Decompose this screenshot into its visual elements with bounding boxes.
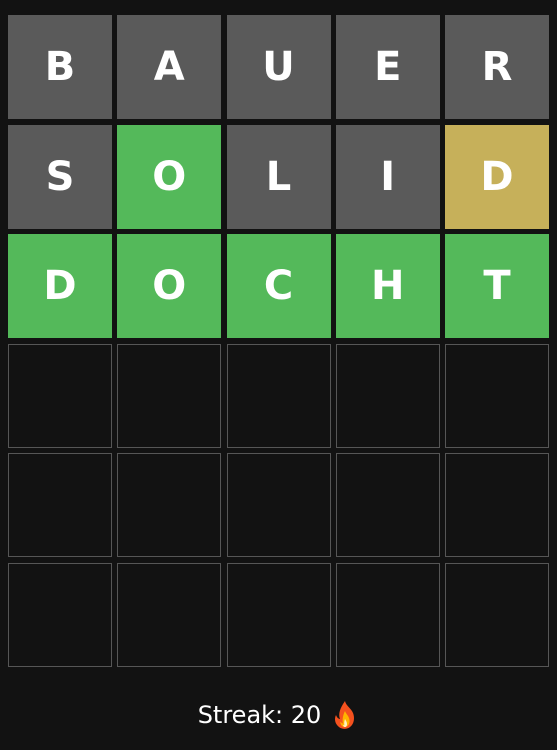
tile-r6-c3: [226, 562, 331, 667]
tile-r2-c3: L: [226, 124, 331, 229]
tile-r4-c2: [117, 343, 222, 448]
tile-r5-c1: [8, 453, 112, 557]
tile-r4-c5: [445, 343, 549, 448]
tile-r5-c3: [226, 453, 331, 557]
tile-r3-c3: C: [226, 234, 331, 338]
tile-r1-c4: E: [335, 15, 440, 119]
tile-r1-c5: R: [445, 15, 549, 119]
streak-counter: Streak: 20: [0, 695, 557, 735]
tile-r4-c4: [335, 343, 440, 448]
tile-r5-c5: [445, 453, 549, 557]
tile-r6-c5: [445, 562, 549, 667]
tile-r2-c2: O: [117, 124, 222, 229]
tile-r4-c3: [226, 343, 331, 448]
game-board: B A U E R S O L I D D O C H T: [8, 15, 549, 667]
tile-r6-c4: [335, 562, 440, 667]
streak-label: Streak: 20: [197, 701, 322, 729]
tile-r6-c2: [117, 562, 222, 667]
tile-r3-c4: H: [335, 234, 440, 338]
tile-r1-c1: B: [8, 15, 112, 119]
tile-r3-c5: T: [445, 234, 549, 338]
tile-r6-c1: [8, 562, 112, 667]
fire-icon: [331, 700, 359, 730]
tile-r1-c3: U: [226, 15, 331, 119]
tile-r2-c5: D: [445, 124, 549, 229]
tile-r2-c4: I: [335, 124, 440, 229]
tile-r2-c1: S: [8, 124, 112, 229]
tile-r3-c2: O: [117, 234, 222, 338]
tile-r4-c1: [8, 343, 112, 448]
tile-r3-c1: D: [8, 234, 112, 338]
tile-r1-c2: A: [117, 15, 222, 119]
tile-r5-c4: [335, 453, 440, 557]
tile-r5-c2: [117, 453, 222, 557]
